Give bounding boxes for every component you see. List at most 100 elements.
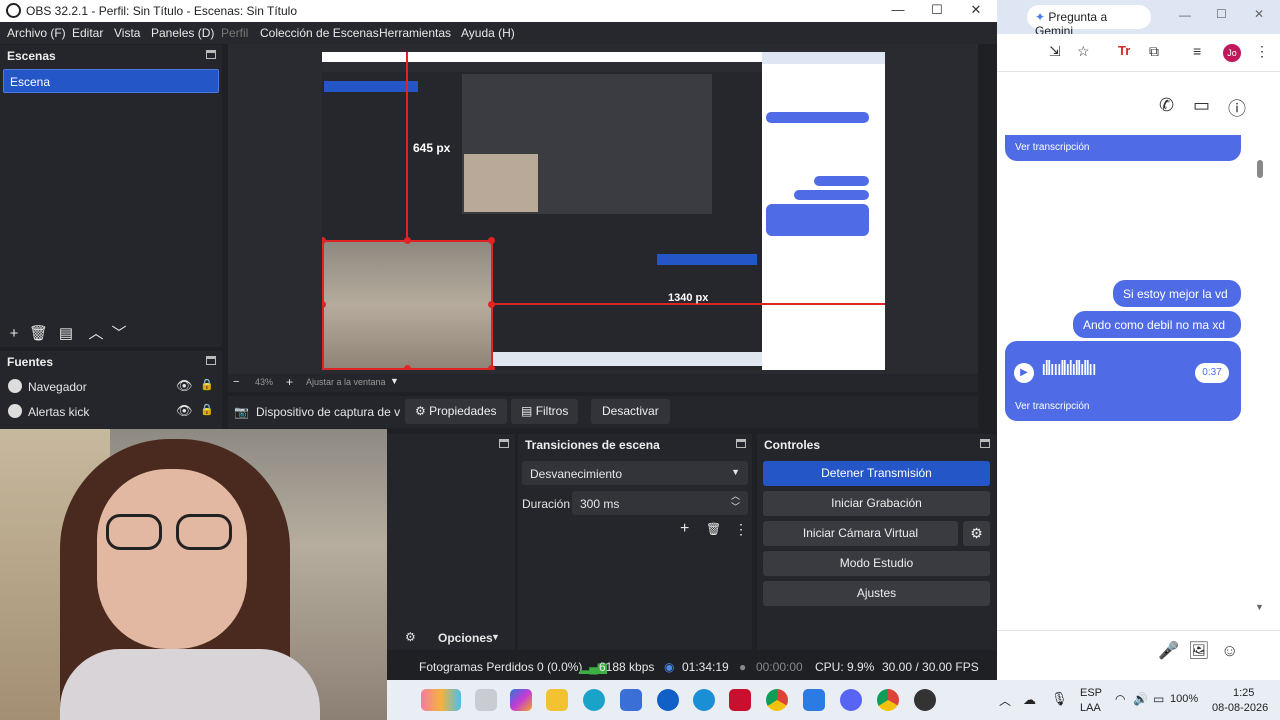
dock-float-icon[interactable] bbox=[499, 439, 509, 448]
hp-icon[interactable] bbox=[657, 689, 679, 711]
message-transcript-link[interactable]: Ver transcripción bbox=[1005, 135, 1241, 161]
help-icon[interactable] bbox=[693, 689, 715, 711]
preview-frame[interactable]: 645 px 1340 px bbox=[322, 52, 885, 370]
move-up-icon[interactable]: ︿ bbox=[87, 326, 105, 342]
dock-float-icon[interactable] bbox=[980, 439, 990, 448]
clock-date[interactable]: 08-08-2026 bbox=[1212, 702, 1268, 714]
image-icon[interactable]: 🖼 bbox=[1188, 641, 1210, 661]
install-app-icon[interactable]: ⇲ bbox=[1049, 43, 1061, 60]
dock-float-icon[interactable] bbox=[206, 50, 216, 59]
transition-select[interactable]: Desvanecimiento ▼ bbox=[522, 461, 748, 485]
profile-avatar[interactable]: Jo bbox=[1223, 44, 1241, 62]
star-icon[interactable]: ☆ bbox=[1077, 43, 1090, 60]
more-options-icon[interactable]: ⋮ bbox=[734, 521, 748, 538]
lock-icon[interactable]: 🔒 bbox=[200, 378, 214, 391]
resize-handle[interactable] bbox=[488, 365, 495, 370]
phone-icon[interactable]: ✆ bbox=[1159, 95, 1174, 116]
volume-icon[interactable]: 🔊 bbox=[1133, 692, 1148, 706]
resize-handle[interactable] bbox=[404, 237, 411, 244]
scroll-down-icon[interactable]: ▼ bbox=[1255, 602, 1264, 612]
menu-herramientas[interactable]: Herramientas bbox=[379, 26, 451, 40]
resize-handle[interactable] bbox=[404, 365, 411, 370]
stop-stream-button[interactable]: Detener Transmisión bbox=[763, 461, 990, 486]
maximize-button[interactable]: ☐ bbox=[917, 0, 957, 22]
microphone-icon[interactable]: 🎤 bbox=[1158, 641, 1179, 661]
cloud-icon[interactable]: ☁ bbox=[1023, 692, 1036, 708]
dock-float-icon[interactable] bbox=[206, 356, 216, 365]
lock-icon[interactable]: 🔒 bbox=[200, 403, 214, 416]
obs-taskbar-icon[interactable] bbox=[914, 689, 936, 711]
virtual-camera-settings-button[interactable]: ⚙ bbox=[963, 521, 990, 546]
menu-paneles[interactable]: Paneles (D) bbox=[151, 26, 214, 40]
minimize-button[interactable]: — bbox=[878, 0, 918, 22]
studio-mode-button[interactable]: Modo Estudio bbox=[763, 551, 990, 576]
store-icon[interactable] bbox=[620, 689, 642, 711]
compose-bar[interactable]: 🎤 🖼 ☺ bbox=[997, 630, 1280, 680]
minimize-button[interactable]: — bbox=[1179, 8, 1191, 22]
media-icon[interactable]: ≡ bbox=[1193, 43, 1201, 59]
outlook-icon[interactable] bbox=[803, 689, 825, 711]
info-icon[interactable]: ⓘ bbox=[1228, 95, 1246, 121]
wifi-icon[interactable]: ◠ bbox=[1115, 692, 1125, 706]
add-scene-icon[interactable]: + bbox=[5, 326, 23, 342]
zoom-out-icon[interactable]: − bbox=[233, 376, 239, 388]
play-icon[interactable]: ▶ bbox=[1014, 363, 1034, 383]
filters-button[interactable]: ▤ Filtros bbox=[511, 399, 579, 424]
selected-source-box[interactable] bbox=[322, 240, 493, 370]
scene-item-escena[interactable]: Escena bbox=[3, 69, 219, 93]
resize-handle[interactable] bbox=[488, 301, 495, 308]
chrome-profile-icon[interactable] bbox=[877, 689, 899, 711]
trash-icon[interactable]: 🗑 bbox=[706, 522, 721, 536]
menu-ayuda[interactable]: Ayuda (H) bbox=[461, 26, 515, 40]
gemini-button[interactable]: ✦ Pregunta a Gemini bbox=[1027, 5, 1151, 38]
chevron-down-icon[interactable]: ▼ bbox=[390, 376, 399, 386]
move-down-icon[interactable]: ﹀ bbox=[110, 326, 128, 342]
eye-icon[interactable]: 👁 bbox=[176, 403, 193, 419]
edge-icon[interactable] bbox=[583, 689, 605, 711]
start-recording-button[interactable]: Iniciar Grabación bbox=[763, 491, 990, 516]
language-bottom[interactable]: LAA bbox=[1080, 702, 1101, 714]
fit-window-label[interactable]: Ajustar a la ventana bbox=[306, 377, 386, 387]
stepper-icon[interactable]: ︿ ﹀ bbox=[731, 491, 740, 513]
extension-icon[interactable]: Tr bbox=[1118, 43, 1130, 58]
file-explorer-icon[interactable] bbox=[546, 689, 568, 711]
options-label[interactable]: Opciones bbox=[438, 631, 493, 645]
dock-float-icon[interactable] bbox=[736, 439, 746, 448]
menu-editar[interactable]: Editar bbox=[72, 26, 103, 40]
scrollbar-thumb[interactable] bbox=[1257, 160, 1263, 178]
more-vert-icon[interactable]: ⋮ bbox=[1255, 43, 1269, 60]
puzzle-icon[interactable]: ⧉ bbox=[1149, 43, 1159, 60]
filter-icon[interactable]: ▤ bbox=[57, 326, 75, 342]
settings-button[interactable]: Ajustes bbox=[763, 581, 990, 606]
source-item[interactable]: Alertas kick 👁 🔒 bbox=[8, 403, 218, 421]
resize-handle[interactable] bbox=[488, 237, 495, 244]
menu-perfil[interactable]: Perfil bbox=[221, 26, 248, 40]
close-button[interactable]: ✕ bbox=[956, 0, 996, 22]
eye-icon[interactable]: 👁 bbox=[176, 378, 193, 394]
battery-icon[interactable]: ▭ bbox=[1153, 692, 1164, 706]
deactivate-button[interactable]: Desactivar bbox=[591, 399, 670, 424]
start-virtual-camera-button[interactable]: Iniciar Cámara Virtual bbox=[763, 521, 958, 546]
gear-icon[interactable]: ⚙ bbox=[405, 630, 416, 644]
mcafee-icon[interactable] bbox=[729, 689, 751, 711]
language-top[interactable]: ESP bbox=[1080, 687, 1102, 699]
copilot-icon[interactable] bbox=[510, 689, 532, 711]
duration-spinbox[interactable]: 300 ms ︿ ﹀ bbox=[572, 491, 748, 515]
microphone-icon[interactable]: 🎙 bbox=[1051, 691, 1068, 707]
clock-time[interactable]: 1:25 bbox=[1233, 687, 1254, 699]
source-item[interactable]: Navegador 👁 🔒 bbox=[8, 378, 218, 396]
add-transition-icon[interactable]: + bbox=[680, 520, 689, 538]
close-button[interactable]: ✕ bbox=[1254, 7, 1264, 21]
video-call-icon[interactable]: ▭ bbox=[1193, 95, 1210, 116]
maximize-button[interactable]: ☐ bbox=[1216, 7, 1227, 21]
sticker-icon[interactable]: ☺ bbox=[1221, 641, 1238, 661]
chevron-up-icon[interactable]: ︿ bbox=[999, 692, 1011, 709]
trash-icon[interactable]: 🗑 bbox=[29, 326, 48, 342]
menu-vista[interactable]: Vista bbox=[114, 26, 140, 40]
discord-icon[interactable] bbox=[840, 689, 862, 711]
menu-archivo[interactable]: Archivo (F) bbox=[7, 26, 66, 40]
chevron-down-icon[interactable]: ▼ bbox=[491, 632, 500, 642]
transcript-link[interactable]: Ver transcripción bbox=[1015, 401, 1089, 412]
properties-button[interactable]: ⚙ Propiedades bbox=[405, 399, 507, 424]
chrome-icon[interactable] bbox=[766, 689, 788, 711]
